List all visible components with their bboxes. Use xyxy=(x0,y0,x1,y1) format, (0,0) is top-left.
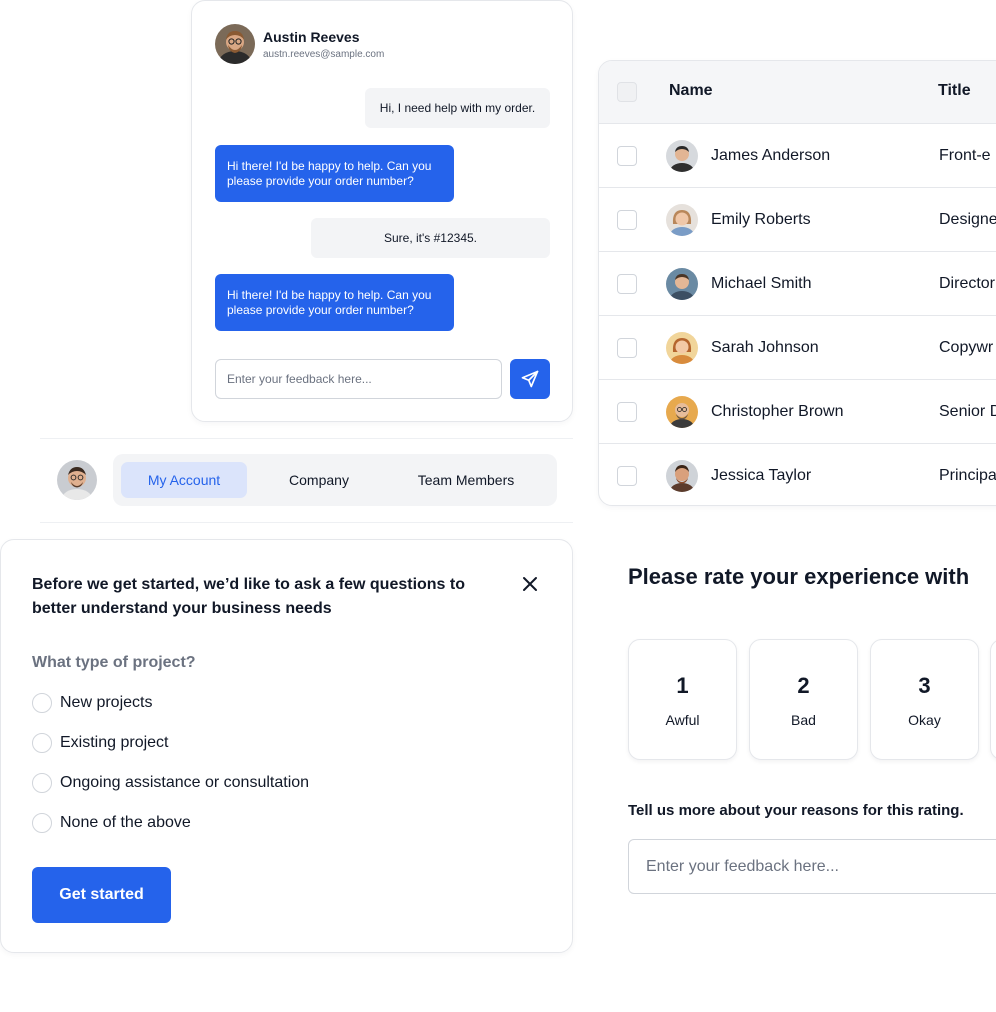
cell-title: Designe xyxy=(939,211,996,228)
option-label: None of the above xyxy=(60,814,191,831)
table-row[interactable]: James Anderson Front-e xyxy=(599,124,996,188)
table-row[interactable]: Christopher Brown Senior D xyxy=(599,380,996,444)
cell-title: Principa xyxy=(939,467,996,484)
chat-user-name: Austin Reeves xyxy=(263,28,360,45)
rating-option-2[interactable]: 2 Bad xyxy=(749,639,858,760)
radio-button[interactable] xyxy=(32,813,52,833)
cell-name: Emily Roberts xyxy=(711,211,811,228)
column-header-title: Title xyxy=(938,82,971,99)
column-header-name: Name xyxy=(669,82,713,99)
message-bubble-agent: Hi there! I'd be happy to help. Can you … xyxy=(215,274,454,331)
onboarding-survey-card: Before we get started, we’d like to ask … xyxy=(0,539,573,953)
message-bubble-user: Sure, it's #12345. xyxy=(311,218,550,258)
survey-title: Before we get started, we’d like to ask … xyxy=(32,576,465,617)
avatar xyxy=(666,140,698,172)
message-bubble-agent: Hi there! I'd be happy to help. Can you … xyxy=(215,145,454,202)
question-label: What type of project? xyxy=(32,654,196,671)
table-row[interactable]: Emily Roberts Designe xyxy=(599,188,996,252)
close-icon xyxy=(523,577,537,591)
avatar[interactable] xyxy=(57,460,97,500)
chat-header: Austin Reeves austn.reeves@sample.com xyxy=(215,24,384,64)
cell-title: Copywr xyxy=(939,339,994,356)
cell-title: Director xyxy=(939,275,996,292)
option-none[interactable]: None of the above xyxy=(32,813,191,833)
select-all-checkbox[interactable] xyxy=(617,82,637,102)
close-button[interactable] xyxy=(519,573,541,595)
option-label: Existing project xyxy=(60,734,169,751)
rating-option-3[interactable]: 3 Okay xyxy=(870,639,979,760)
chat-message-input[interactable] xyxy=(215,359,502,399)
table-row[interactable]: Jessica Taylor Principa xyxy=(599,444,996,505)
tab-team-members[interactable]: Team Members xyxy=(395,462,537,498)
option-new-projects[interactable]: New projects xyxy=(32,693,152,713)
radio-button[interactable] xyxy=(32,773,52,793)
message-bubble-user: Hi, I need help with my order. xyxy=(365,88,550,128)
avatar xyxy=(666,396,698,428)
rating-label: Awful xyxy=(665,712,700,728)
cell-name: James Anderson xyxy=(711,147,831,164)
table-header: Name Title xyxy=(599,61,996,124)
radio-button[interactable] xyxy=(32,693,52,713)
row-checkbox[interactable] xyxy=(617,274,637,294)
row-checkbox[interactable] xyxy=(617,210,637,230)
avatar xyxy=(666,268,698,300)
table-row[interactable]: Michael Smith Director xyxy=(599,252,996,316)
cell-name: Christopher Brown xyxy=(711,403,844,420)
rating-option-1[interactable]: 1 Awful xyxy=(628,639,737,760)
rating-option-partial[interactable] xyxy=(990,639,996,760)
tab-company[interactable]: Company xyxy=(255,462,383,498)
rating-value: 2 xyxy=(797,673,810,698)
cell-name: Jessica Taylor xyxy=(711,467,812,484)
rating-label: Okay xyxy=(908,712,941,728)
avatar xyxy=(215,24,255,64)
row-checkbox[interactable] xyxy=(617,466,637,486)
avatar xyxy=(666,460,698,492)
send-button[interactable] xyxy=(510,359,550,399)
reason-label: Tell us more about your reasons for this… xyxy=(628,802,964,819)
row-checkbox[interactable] xyxy=(617,338,637,358)
option-label: Ongoing assistance or consultation xyxy=(60,774,310,791)
divider xyxy=(40,438,573,439)
account-tabs: My Account Company Team Members xyxy=(113,454,557,506)
cell-title: Senior D xyxy=(939,403,996,420)
rating-label: Bad xyxy=(791,712,816,728)
team-table: Name Title James Anderson Front-e Emily … xyxy=(598,60,996,506)
row-checkbox[interactable] xyxy=(617,402,637,422)
rating-value: 1 xyxy=(676,673,689,698)
get-started-button[interactable]: Get started xyxy=(32,867,171,923)
row-checkbox[interactable] xyxy=(617,146,637,166)
cell-name: Michael Smith xyxy=(711,275,812,292)
tab-my-account[interactable]: My Account xyxy=(121,462,247,498)
table-row[interactable]: Sarah Johnson Copywr xyxy=(599,316,996,380)
cell-title: Front-e xyxy=(939,147,991,164)
radio-button[interactable] xyxy=(32,733,52,753)
feedback-input[interactable] xyxy=(628,839,996,894)
chat-card: Austin Reeves austn.reeves@sample.com Hi… xyxy=(191,0,573,422)
avatar xyxy=(666,332,698,364)
divider xyxy=(40,522,573,523)
chat-user-email: austn.reeves@sample.com xyxy=(263,48,385,60)
rating-value: 3 xyxy=(918,673,931,698)
rating-title: Please rate your experience with xyxy=(628,564,970,589)
option-existing-project[interactable]: Existing project xyxy=(32,733,169,753)
cell-name: Sarah Johnson xyxy=(711,339,819,356)
paper-plane-icon xyxy=(521,370,539,388)
avatar xyxy=(666,204,698,236)
option-ongoing-assistance[interactable]: Ongoing assistance or consultation xyxy=(32,773,309,793)
option-label: New projects xyxy=(60,694,153,711)
